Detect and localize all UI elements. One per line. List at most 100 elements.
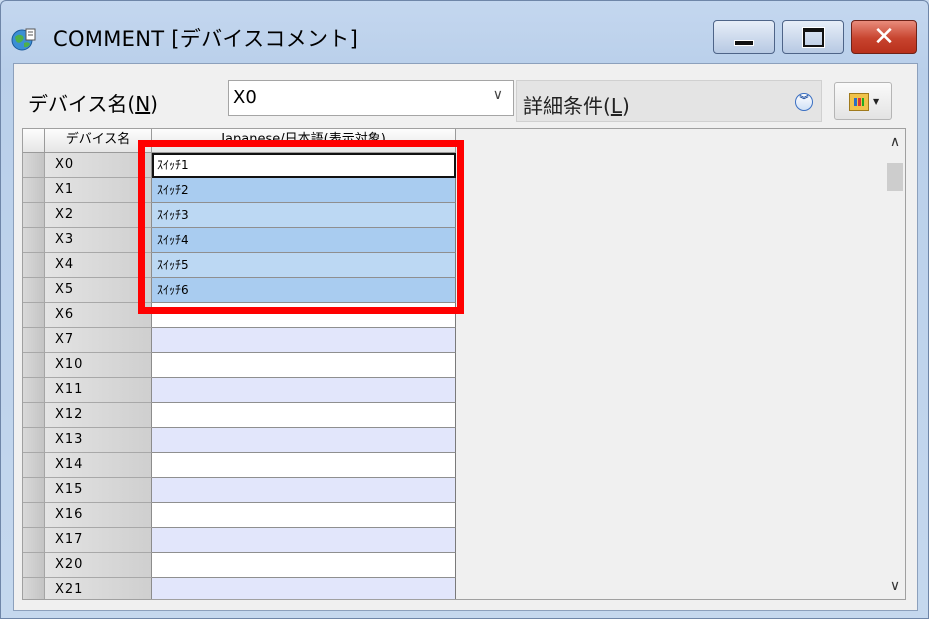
row-selector[interactable] bbox=[23, 328, 45, 353]
row-selector[interactable] bbox=[23, 403, 45, 428]
row-selector[interactable] bbox=[23, 528, 45, 553]
device-column-header[interactable]: デバイス名 bbox=[45, 129, 152, 153]
table-row[interactable]: X20 bbox=[23, 553, 463, 578]
table-row[interactable]: X1 ｽｲｯﾁ2 bbox=[23, 178, 463, 203]
scrollbar-thumb[interactable] bbox=[887, 163, 903, 191]
device-name-combobox[interactable]: X0 ∨ bbox=[228, 80, 514, 116]
device-cell[interactable]: X13 bbox=[45, 428, 152, 453]
device-cell[interactable]: X1 bbox=[45, 178, 152, 203]
dropdown-arrow-icon: ▼ bbox=[873, 97, 880, 106]
table-row[interactable]: X6 bbox=[23, 303, 463, 328]
device-cell[interactable]: X3 bbox=[45, 228, 152, 253]
table-row[interactable]: X4 ｽｲｯﾁ5 bbox=[23, 253, 463, 278]
comment-cell[interactable]: ｽｲｯﾁ6 bbox=[152, 278, 456, 303]
table-row[interactable]: X15 bbox=[23, 478, 463, 503]
device-cell[interactable]: X15 bbox=[45, 478, 152, 503]
row-selector[interactable] bbox=[23, 353, 45, 378]
row-selector[interactable] bbox=[23, 303, 45, 328]
comment-cell[interactable] bbox=[152, 478, 456, 503]
comment-cell[interactable]: ｽｲｯﾁ5 bbox=[152, 253, 456, 278]
scroll-up-icon[interactable]: ∧ bbox=[885, 131, 905, 153]
table-row[interactable]: X17 bbox=[23, 528, 463, 553]
table-row[interactable]: X5 ｽｲｯﾁ6 bbox=[23, 278, 463, 303]
table-row[interactable]: X16 bbox=[23, 503, 463, 528]
table-row[interactable]: X10 bbox=[23, 353, 463, 378]
row-selector[interactable] bbox=[23, 228, 45, 253]
app-globe-icon bbox=[11, 28, 36, 51]
device-cell[interactable]: X14 bbox=[45, 453, 152, 478]
window-title: COMMENT [デバイスコメント] bbox=[53, 27, 359, 51]
table-row[interactable]: X3 ｽｲｯﾁ4 bbox=[23, 228, 463, 253]
device-cell[interactable]: X0 bbox=[45, 153, 152, 178]
table-row[interactable]: X13 bbox=[23, 428, 463, 453]
minimize-button[interactable] bbox=[713, 20, 775, 54]
comment-cell[interactable]: ｽｲｯﾁ4 bbox=[152, 228, 456, 253]
device-cell[interactable]: X11 bbox=[45, 378, 152, 403]
comment-cell[interactable] bbox=[152, 428, 456, 453]
comment-column-header[interactable]: Japanese/日本語(表示対象) bbox=[152, 129, 456, 153]
row-selector[interactable] bbox=[23, 428, 45, 453]
table-row[interactable]: X11 bbox=[23, 378, 463, 403]
comment-cell-editing[interactable]: ｽｲｯﾁ1 bbox=[152, 153, 456, 178]
detail-conditions-label: 詳細条件(L) bbox=[523, 90, 630, 119]
table-row[interactable]: X7 bbox=[23, 328, 463, 353]
comment-cell[interactable] bbox=[152, 303, 456, 328]
scroll-down-icon[interactable]: ∨ bbox=[885, 575, 905, 597]
comment-cell[interactable] bbox=[152, 528, 456, 553]
comment-cell[interactable] bbox=[152, 403, 456, 428]
device-name-label-close: ) bbox=[150, 92, 158, 116]
vertical-scrollbar[interactable]: ∧ ∨ bbox=[885, 129, 905, 599]
device-name-label-text: デバイス名( bbox=[28, 92, 136, 116]
close-icon: ✕ bbox=[873, 22, 895, 52]
device-name-label-accesskey: N bbox=[135, 92, 151, 116]
device-cell[interactable]: X7 bbox=[45, 328, 152, 353]
close-button[interactable]: ✕ bbox=[851, 20, 917, 54]
device-cell[interactable]: X10 bbox=[45, 353, 152, 378]
comment-cell[interactable]: ｽｲｯﾁ2 bbox=[152, 178, 456, 203]
double-chevron-down-icon[interactable]: ︾ bbox=[795, 93, 813, 111]
comment-cell[interactable] bbox=[152, 578, 456, 599]
detail-conditions-button[interactable]: 詳細条件(L) ︾ bbox=[516, 80, 822, 122]
comment-cell[interactable] bbox=[152, 553, 456, 578]
table-row[interactable]: X2 ｽｲｯﾁ3 bbox=[23, 203, 463, 228]
row-selector[interactable] bbox=[23, 278, 45, 303]
table-row[interactable]: X21 bbox=[23, 578, 463, 599]
row-selector[interactable] bbox=[23, 478, 45, 503]
table-row[interactable]: X14 bbox=[23, 453, 463, 478]
comment-cell[interactable] bbox=[152, 503, 456, 528]
comment-cell[interactable] bbox=[152, 328, 456, 353]
grid-header: デバイス名 Japanese/日本語(表示対象) bbox=[23, 129, 463, 153]
row-selector[interactable] bbox=[23, 178, 45, 203]
device-cell[interactable]: X2 bbox=[45, 203, 152, 228]
row-selector[interactable] bbox=[23, 153, 45, 178]
table-row[interactable]: X12 bbox=[23, 403, 463, 428]
device-cell[interactable]: X6 bbox=[45, 303, 152, 328]
row-selector[interactable] bbox=[23, 553, 45, 578]
comment-cell[interactable] bbox=[152, 453, 456, 478]
comment-cell[interactable]: ｽｲｯﾁ3 bbox=[152, 203, 456, 228]
detail-conditions-accesskey: L bbox=[610, 94, 622, 118]
device-cell[interactable]: X17 bbox=[45, 528, 152, 553]
comment-cell[interactable] bbox=[152, 353, 456, 378]
comment-cell[interactable] bbox=[152, 378, 456, 403]
display-options-button[interactable]: ▼ bbox=[834, 82, 892, 120]
corner-header-cell[interactable] bbox=[23, 129, 45, 153]
maximize-button[interactable] bbox=[782, 20, 844, 54]
row-selector[interactable] bbox=[23, 578, 45, 599]
device-cell[interactable]: X5 bbox=[45, 278, 152, 303]
row-selector[interactable] bbox=[23, 453, 45, 478]
row-selector[interactable] bbox=[23, 253, 45, 278]
table-row[interactable]: X0 ｽｲｯﾁ1 bbox=[23, 153, 463, 178]
row-selector[interactable] bbox=[23, 203, 45, 228]
device-cell[interactable]: X20 bbox=[45, 553, 152, 578]
row-selector[interactable] bbox=[23, 378, 45, 403]
device-cell[interactable]: X12 bbox=[45, 403, 152, 428]
chart-folder-icon bbox=[849, 93, 869, 111]
device-cell[interactable]: X16 bbox=[45, 503, 152, 528]
device-name-label: デバイス名(N) bbox=[28, 88, 158, 117]
device-cell[interactable]: X4 bbox=[45, 253, 152, 278]
row-selector[interactable] bbox=[23, 503, 45, 528]
minimize-icon bbox=[734, 40, 754, 46]
device-cell[interactable]: X21 bbox=[45, 578, 152, 599]
chevron-down-icon[interactable]: ∨ bbox=[493, 87, 503, 103]
